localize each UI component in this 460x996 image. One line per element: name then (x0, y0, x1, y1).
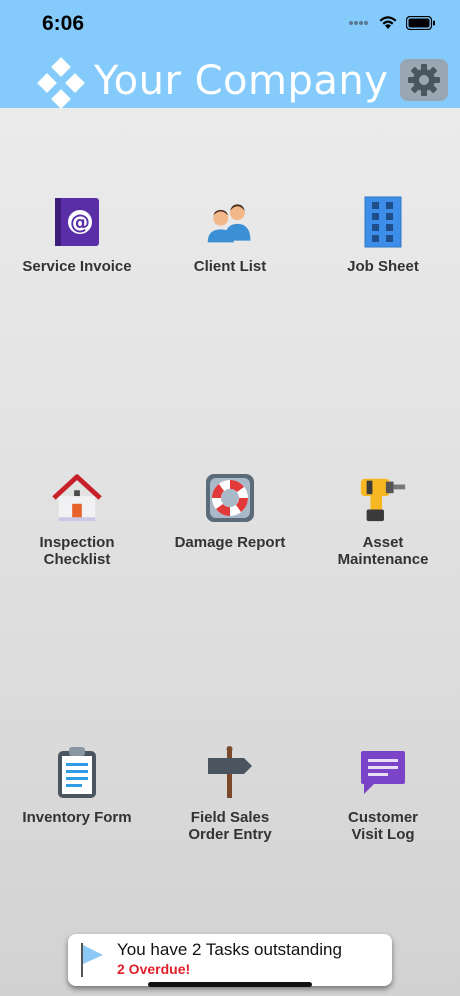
tile-label: Customer Visit Log (347, 809, 418, 843)
diamond-logo-icon (37, 57, 85, 109)
building-icon (357, 196, 409, 248)
tile-label: Job Sheet (347, 258, 419, 275)
tile-field-sales-order-entry[interactable]: Field Sales Order Entry (154, 746, 306, 843)
tile-asset-maintenance[interactable]: Asset Maintenance (307, 472, 459, 568)
tile-label: Asset Maintenance (337, 534, 429, 568)
settings-button[interactable] (400, 59, 448, 101)
lifebuoy-icon (204, 472, 256, 524)
tile-label: Service Invoice (22, 258, 132, 275)
task-title: You have 2 Tasks outstanding (117, 940, 342, 959)
clipboard-icon (51, 747, 103, 799)
people-icon (204, 196, 256, 248)
company-title: Your Company (94, 58, 389, 104)
tile-service-invoice[interactable]: @ Service Invoice (1, 196, 153, 275)
flag-icon (81, 943, 103, 977)
tile-label: Client List (193, 258, 267, 275)
tile-inventory-form[interactable]: Inventory Form (1, 747, 153, 826)
gear-icon (408, 64, 440, 96)
house-icon (51, 472, 103, 524)
tile-inspection-checklist[interactable]: Inspection Checklist (1, 472, 153, 568)
tile-customer-visit-log[interactable]: Customer Visit Log (307, 747, 459, 843)
app-header: Your Company (0, 50, 460, 109)
task-overdue-count: 2 Overdue! (117, 961, 191, 977)
drill-icon (357, 472, 409, 524)
wifi-icon (379, 16, 397, 29)
tile-label: Inventory Form (22, 809, 132, 826)
signpost-icon (204, 746, 256, 799)
task-banner[interactable]: You have 2 Tasks outstanding 2 Overdue! (68, 934, 392, 986)
tile-label: Inspection Checklist (39, 534, 115, 568)
tile-damage-report[interactable]: Damage Report (154, 472, 306, 551)
battery-icon (406, 15, 435, 30)
home-indicator[interactable] (148, 982, 312, 987)
signal-dots-icon (349, 20, 368, 25)
tile-job-sheet[interactable]: Job Sheet (307, 196, 459, 275)
chat-bubble-icon (357, 747, 409, 799)
status-time: 6:06 (42, 12, 85, 35)
tile-label: Field Sales Order Entry (188, 809, 272, 843)
tile-label: Damage Report (174, 534, 286, 551)
status-icons (348, 15, 436, 30)
email-at-book-icon: @ (51, 196, 103, 248)
tile-client-list[interactable]: Client List (154, 196, 306, 275)
status-bar: 6:06 (0, 0, 460, 50)
svg-text:@: @ (70, 210, 90, 234)
